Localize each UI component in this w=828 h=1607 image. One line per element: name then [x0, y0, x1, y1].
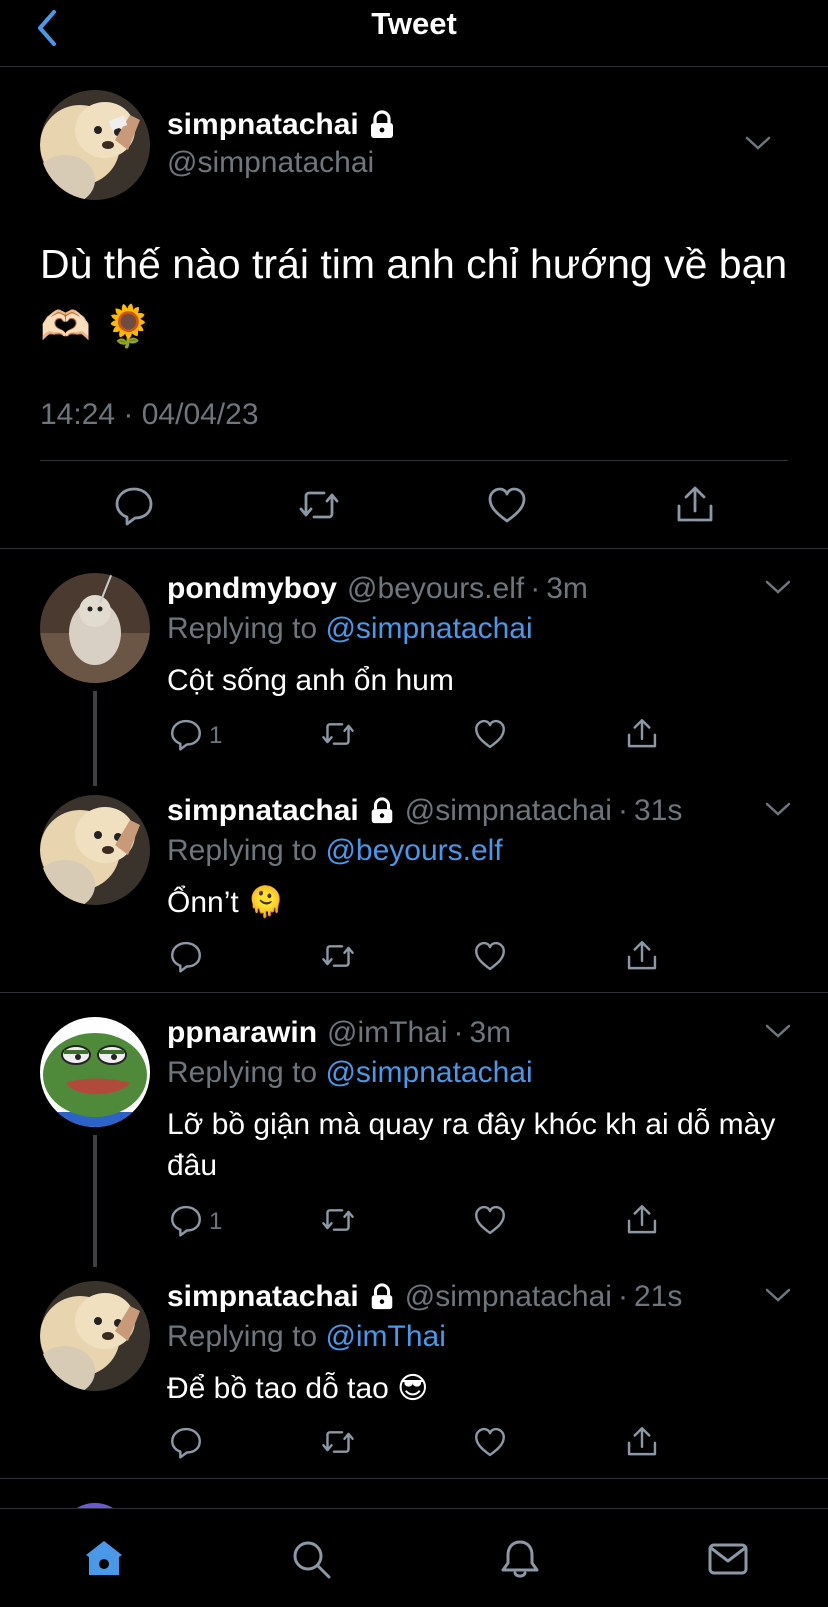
reply-icon[interactable]: [169, 1425, 203, 1459]
reply-count: 1: [209, 722, 223, 749]
divider: [0, 548, 828, 549]
replying-to: Replying to @beyours.elf: [167, 834, 503, 868]
mention-link[interactable]: @imThai: [325, 1320, 445, 1353]
search-icon[interactable]: [289, 1537, 333, 1581]
share-icon[interactable]: [625, 717, 659, 751]
separator-dot: ·: [617, 1280, 628, 1313]
mention-link[interactable]: @beyours.elf: [325, 834, 502, 867]
share-icon[interactable]: [625, 939, 659, 973]
retweet-icon[interactable]: [298, 484, 340, 526]
replying-to-label: Replying to: [167, 612, 318, 645]
lock-icon: [370, 110, 393, 138]
main-tweet-text: Dù thế nào trái tim anh chỉ hướng về bạn…: [40, 241, 788, 349]
reply-icon[interactable]: [169, 717, 203, 751]
replying-to: Replying to @simpnatachai: [167, 612, 533, 646]
replying-to-label: Replying to: [167, 1320, 318, 1353]
display-name[interactable]: simpnatachai: [167, 1280, 359, 1314]
divider: [0, 1478, 828, 1479]
avatar[interactable]: [40, 573, 150, 683]
messages-icon[interactable]: [706, 1537, 750, 1581]
chevron-down-icon[interactable]: [764, 1022, 792, 1040]
separator-dot: ·: [530, 572, 541, 605]
display-name[interactable]: simpnatachai: [167, 108, 359, 142]
handle[interactable]: @beyours.elf: [347, 572, 524, 606]
avatar[interactable]: [40, 1281, 150, 1391]
next-reply-peek: [0, 1495, 828, 1509]
reply-text: Lỡ bồ giận mà quay ra đây khóc kh ai dỗ …: [167, 1108, 776, 1182]
share-icon[interactable]: [674, 484, 716, 526]
reply-icon[interactable]: [113, 484, 155, 526]
timestamp: 3m: [469, 1016, 512, 1049]
bottom-nav: [0, 1508, 828, 1607]
handle[interactable]: @imThai: [327, 1016, 447, 1050]
display-name[interactable]: simpnatachai: [167, 794, 359, 828]
main-tweet-timestamp: 14:24 · 04/04/23: [40, 398, 259, 431]
display-name[interactable]: pondmyboy: [167, 572, 337, 606]
like-icon[interactable]: [473, 939, 507, 973]
timestamp: 3m: [546, 572, 588, 605]
reply-text: Ổnn’t 🫠: [167, 886, 285, 919]
like-icon[interactable]: [473, 1203, 507, 1237]
mention-link[interactable]: @simpnatachai: [325, 1056, 532, 1089]
reply-icon[interactable]: [169, 939, 203, 973]
thread-line: [93, 1135, 97, 1267]
reply-count: 1: [209, 1208, 223, 1235]
reply-text: Cột sống anh ổn hum: [167, 664, 454, 697]
replying-to-label: Replying to: [167, 834, 318, 867]
top-bar: Tweet: [0, 0, 828, 67]
reply-header: ppnarawin @imThai · 3m: [167, 1016, 511, 1050]
chevron-down-icon[interactable]: [764, 1286, 792, 1304]
replying-to: Replying to @simpnatachai: [167, 1056, 533, 1090]
share-icon[interactable]: [625, 1203, 659, 1237]
display-name[interactable]: ppnarawin: [167, 1016, 317, 1050]
main-tweet-handle[interactable]: @simpnatachai: [167, 146, 374, 180]
avatar[interactable]: [40, 795, 150, 905]
reply-text: Để bồ tao dỗ tao 😎: [167, 1372, 429, 1405]
avatar[interactable]: [40, 1017, 150, 1127]
timestamp: 31s: [633, 794, 683, 827]
retweet-icon[interactable]: [321, 1203, 355, 1237]
lock-icon: [371, 1283, 393, 1310]
reply-icon[interactable]: [169, 1203, 203, 1237]
retweet-icon[interactable]: [321, 939, 355, 973]
home-icon[interactable]: [82, 1537, 126, 1581]
reply-header: pondmyboy @beyours.elf · 3m: [167, 572, 588, 606]
like-icon[interactable]: [473, 1425, 507, 1459]
replying-to-label: Replying to: [167, 1056, 318, 1089]
retweet-icon[interactable]: [321, 717, 355, 751]
share-icon[interactable]: [625, 1425, 659, 1459]
separator-dot: ·: [617, 794, 628, 827]
main-tweet-name[interactable]: simpnatachai: [167, 108, 395, 142]
reply-header: simpnatachai @simpnatachai · 31s: [167, 794, 682, 828]
page-title: Tweet: [371, 6, 457, 41]
chevron-down-icon[interactable]: [744, 134, 772, 152]
separator-dot: ·: [453, 1016, 464, 1049]
chevron-down-icon[interactable]: [764, 800, 792, 818]
divider: [0, 992, 828, 993]
handle[interactable]: @simpnatachai: [405, 794, 612, 828]
divider: [40, 460, 788, 461]
lock-icon: [371, 797, 393, 824]
like-icon[interactable]: [473, 717, 507, 751]
handle[interactable]: @simpnatachai: [405, 1280, 612, 1314]
like-icon[interactable]: [486, 484, 528, 526]
chevron-down-icon[interactable]: [764, 578, 792, 596]
timestamp: 21s: [633, 1280, 683, 1313]
avatar[interactable]: [40, 90, 150, 200]
notifications-icon[interactable]: [498, 1537, 542, 1581]
mention-link[interactable]: @simpnatachai: [325, 612, 532, 645]
replying-to: Replying to @imThai: [167, 1320, 446, 1354]
reply-header: simpnatachai @simpnatachai · 21s: [167, 1280, 682, 1314]
thread-line: [93, 691, 97, 786]
retweet-icon[interactable]: [321, 1425, 355, 1459]
